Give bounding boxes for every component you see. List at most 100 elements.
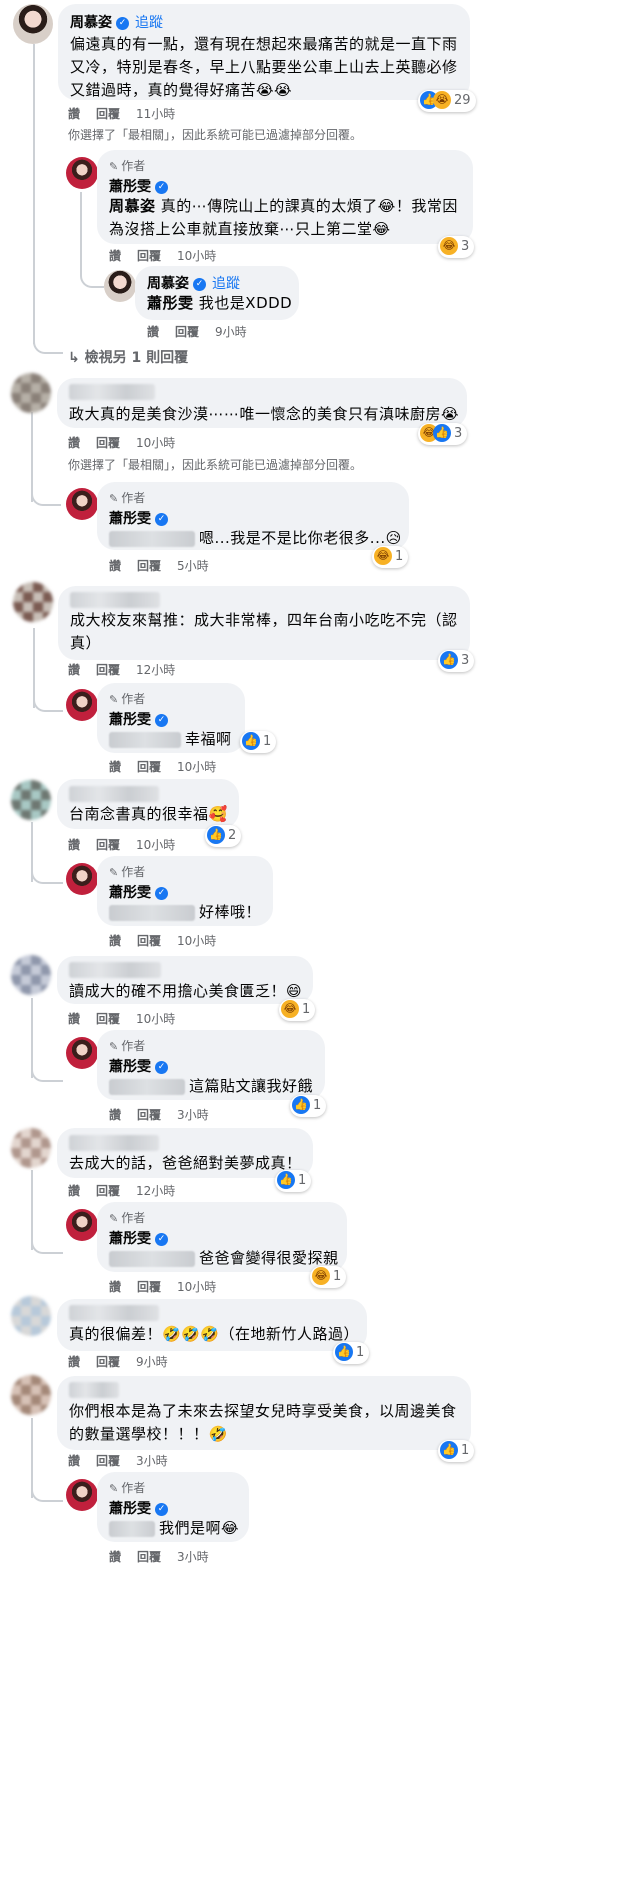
reaction-summary[interactable]: 👍 1 xyxy=(290,1095,327,1117)
reply-button[interactable]: 回覆 xyxy=(96,1355,120,1369)
reaction-summary[interactable]: 😂 1 xyxy=(372,546,409,568)
replier-name-text[interactable]: 蕭彤雯 xyxy=(109,511,151,527)
avatar[interactable] xyxy=(13,4,53,44)
like-button[interactable]: 讚 xyxy=(109,1280,121,1294)
follow-link[interactable]: 追蹤 xyxy=(212,276,240,292)
timestamp[interactable]: 10小時 xyxy=(177,934,216,948)
reply-button[interactable]: 回覆 xyxy=(137,1280,161,1294)
reaction-summary[interactable]: 👍 1 xyxy=(275,1170,312,1192)
timestamp[interactable]: 10小時 xyxy=(177,249,216,263)
reaction-summary[interactable]: 👍😭 29 xyxy=(418,90,476,112)
reaction-summary[interactable]: 👍 1 xyxy=(333,1342,370,1364)
replier-name[interactable]: 蕭彤雯 ✓ xyxy=(109,176,168,196)
timestamp[interactable]: 12小時 xyxy=(136,663,175,677)
replier-name-text[interactable]: 蕭彤雯 xyxy=(109,1501,151,1517)
replier-name[interactable]: 蕭彤雯 ✓ xyxy=(109,709,168,729)
reaction-summary[interactable]: 😂 1 xyxy=(310,1266,347,1288)
reaction-summary[interactable]: 😂 3 xyxy=(438,236,475,258)
like-button[interactable]: 讚 xyxy=(109,934,121,948)
avatar[interactable] xyxy=(66,488,98,520)
reply-button[interactable]: 回覆 xyxy=(96,1184,120,1198)
timestamp[interactable]: 3小時 xyxy=(177,1550,209,1564)
replier-name-text[interactable]: 蕭彤雯 xyxy=(109,885,151,901)
reaction-summary[interactable]: 😂 1 xyxy=(279,999,316,1021)
reply-button[interactable]: 回覆 xyxy=(137,559,161,573)
reply-button[interactable]: 回覆 xyxy=(137,249,161,263)
reply-button[interactable]: 回覆 xyxy=(137,760,161,774)
replier-name[interactable]: 蕭彤雯 ✓ xyxy=(109,508,168,528)
avatar[interactable] xyxy=(66,689,98,721)
like-button[interactable]: 讚 xyxy=(68,436,80,450)
replier-name-text[interactable]: 蕭彤雯 xyxy=(109,712,151,728)
commenter-name-text[interactable]: 周慕姿 xyxy=(70,15,112,31)
reply-button[interactable]: 回覆 xyxy=(175,325,199,339)
reply-button[interactable]: 回覆 xyxy=(96,1454,120,1468)
timestamp[interactable]: 10小時 xyxy=(136,436,175,450)
reply-button[interactable]: 回覆 xyxy=(137,1108,161,1122)
timestamp[interactable]: 5小時 xyxy=(177,559,209,573)
timestamp[interactable]: 10小時 xyxy=(177,760,216,774)
commenter-name[interactable]: 周慕姿 ✓ 追蹤 xyxy=(70,12,163,32)
reply-button[interactable]: 回覆 xyxy=(96,107,120,121)
view-more-replies[interactable]: ↳ 檢視另 1 則回覆 xyxy=(68,347,188,367)
timestamp[interactable]: 3小時 xyxy=(177,1108,209,1122)
reply-button[interactable]: 回覆 xyxy=(137,1550,161,1564)
like-button[interactable]: 讚 xyxy=(68,663,80,677)
avatar[interactable] xyxy=(13,582,53,622)
replier-name-text[interactable]: 周慕姿 xyxy=(147,276,189,292)
like-button[interactable]: 讚 xyxy=(109,760,121,774)
reaction-summary[interactable]: 👍 1 xyxy=(240,731,277,753)
like-button[interactable]: 讚 xyxy=(109,1550,121,1564)
timestamp[interactable]: 9小時 xyxy=(136,1355,168,1369)
reaction-summary[interactable]: 👍 3 xyxy=(438,650,475,672)
avatar[interactable] xyxy=(66,1037,98,1069)
avatar[interactable] xyxy=(66,863,98,895)
timestamp[interactable]: 11小時 xyxy=(136,107,175,121)
timestamp[interactable]: 3小時 xyxy=(136,1454,168,1468)
replier-name[interactable]: 蕭彤雯 ✓ xyxy=(109,1228,168,1248)
avatar[interactable] xyxy=(11,1375,51,1415)
replier-name[interactable]: 周慕姿 ✓ 追蹤 xyxy=(147,273,240,293)
like-button[interactable]: 讚 xyxy=(68,1012,80,1026)
like-button[interactable]: 讚 xyxy=(109,1108,121,1122)
avatar[interactable] xyxy=(11,1296,51,1336)
timestamp[interactable]: 12小時 xyxy=(136,1184,175,1198)
follow-link[interactable]: 追蹤 xyxy=(135,15,163,31)
replier-name[interactable]: 蕭彤雯 ✓ xyxy=(109,1498,168,1518)
avatar[interactable] xyxy=(66,1209,98,1241)
reaction-summary[interactable]: 👍 1 xyxy=(438,1440,475,1462)
reply-button[interactable]: 回覆 xyxy=(96,838,120,852)
like-button[interactable]: 讚 xyxy=(68,1184,80,1198)
mention-tag[interactable]: 蕭彤雯 xyxy=(147,294,194,312)
like-button[interactable]: 讚 xyxy=(147,325,159,339)
timestamp[interactable]: 10小時 xyxy=(136,838,175,852)
view-more-label[interactable]: 檢視另 1 則回覆 xyxy=(85,350,189,366)
reply-button[interactable]: 回覆 xyxy=(137,934,161,948)
like-button[interactable]: 讚 xyxy=(68,838,80,852)
like-button[interactable]: 讚 xyxy=(68,1454,80,1468)
avatar[interactable] xyxy=(11,373,51,413)
replier-name-text[interactable]: 蕭彤雯 xyxy=(109,1059,151,1075)
reaction-summary[interactable]: 👍 2 xyxy=(205,825,242,847)
like-button[interactable]: 讚 xyxy=(109,559,121,573)
avatar[interactable] xyxy=(66,157,98,189)
avatar[interactable] xyxy=(11,955,51,995)
like-button[interactable]: 讚 xyxy=(68,107,80,121)
timestamp[interactable]: 10小時 xyxy=(177,1280,216,1294)
replier-name-text[interactable]: 蕭彤雯 xyxy=(109,1231,151,1247)
reply-button[interactable]: 回覆 xyxy=(96,663,120,677)
timestamp[interactable]: 10小時 xyxy=(136,1012,175,1026)
replier-name[interactable]: 蕭彤雯 ✓ xyxy=(109,1056,168,1076)
avatar[interactable] xyxy=(104,270,136,302)
reply-button[interactable]: 回覆 xyxy=(96,1012,120,1026)
mention-tag[interactable]: 周慕姿 xyxy=(109,197,156,215)
like-button[interactable]: 讚 xyxy=(109,249,121,263)
replier-name-text[interactable]: 蕭彤雯 xyxy=(109,179,151,195)
avatar[interactable] xyxy=(11,780,51,820)
timestamp[interactable]: 9小時 xyxy=(215,325,247,339)
reply-button[interactable]: 回覆 xyxy=(96,436,120,450)
avatar[interactable] xyxy=(66,1479,98,1511)
reaction-summary[interactable]: 😂👍 3 xyxy=(418,423,468,445)
avatar[interactable] xyxy=(11,1128,51,1168)
like-button[interactable]: 讚 xyxy=(68,1355,80,1369)
